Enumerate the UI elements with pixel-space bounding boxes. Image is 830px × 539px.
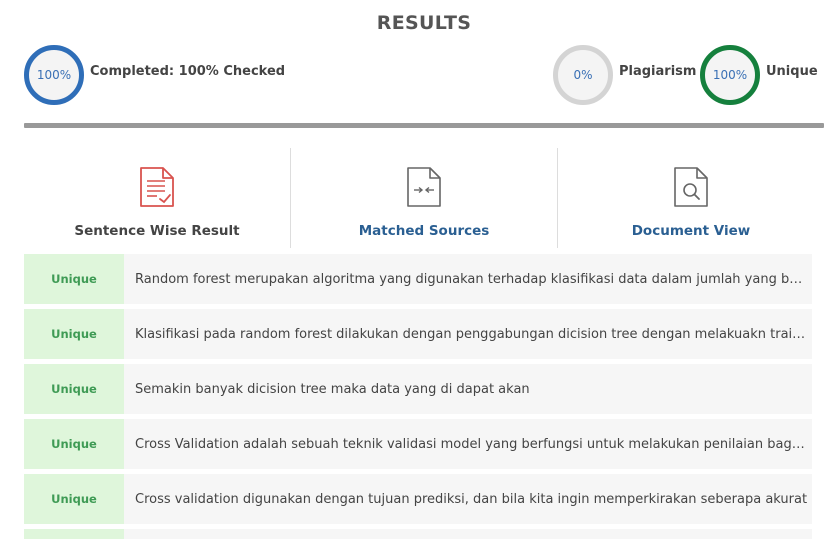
divider (24, 123, 824, 128)
status-badge (24, 529, 124, 539)
document-search-icon (671, 166, 711, 210)
sentence-text: Random forest merupakan algoritma yang d… (135, 271, 808, 287)
completed-value: 100% (36, 68, 72, 82)
sentence-text: Semakin banyak dicision tree maka data y… (135, 381, 530, 397)
tab-sentence-wise-result[interactable]: Sentence Wise Result (24, 148, 290, 248)
unique-label: Unique (766, 64, 818, 79)
result-row[interactable]: Unique Random forest merupakan algoritma… (24, 254, 812, 304)
document-check-icon (137, 166, 177, 210)
plagiarism-label: Plagiarism (619, 64, 697, 79)
tab-matched-sources-label: Matched Sources (358, 223, 490, 239)
sentence-text: Cross Validation adalah sebuah teknik va… (135, 436, 808, 452)
sentence-text (124, 529, 812, 539)
sentence-text: Cross validation digunakan dengan tujuan… (135, 491, 808, 507)
tab-document-view-label: Document View (631, 223, 751, 239)
result-row[interactable]: Unique Semakin banyak dicision tree maka… (24, 364, 812, 414)
sentence-text: Klasifikasi pada random forest dilakukan… (135, 326, 808, 342)
status-badge: Unique (24, 474, 124, 524)
tab-sentence-wise-result-label: Sentence Wise Result (74, 223, 240, 239)
result-row[interactable]: Unique Klasifikasi pada random forest di… (24, 309, 812, 359)
completed-progress-circle: 100% (24, 45, 84, 105)
status-badge: Unique (24, 364, 124, 414)
plagiarism-value: 0% (573, 68, 593, 82)
completed-label: Completed: 100% Checked (90, 64, 286, 79)
unique-value: 100% (712, 68, 748, 82)
tab-matched-sources[interactable]: Matched Sources (290, 148, 557, 248)
tab-document-view[interactable]: Document View (557, 148, 824, 248)
unique-circle: 100% (700, 45, 760, 105)
plagiarism-circle: 0% (553, 45, 613, 105)
compare-icon (404, 166, 444, 210)
result-tabs: Sentence Wise Result Matched Sources Doc… (24, 148, 824, 248)
status-badge: Unique (24, 254, 124, 304)
status-badge: Unique (24, 419, 124, 469)
result-row[interactable]: Unique Cross Validation adalah sebuah te… (24, 419, 812, 469)
results-title: RESULTS (376, 12, 472, 34)
result-row[interactable] (24, 529, 812, 539)
status-badge: Unique (24, 309, 124, 359)
result-row[interactable]: Unique Cross validation digunakan dengan… (24, 474, 812, 524)
sentence-results-list: Unique Random forest merupakan algoritma… (24, 254, 812, 539)
